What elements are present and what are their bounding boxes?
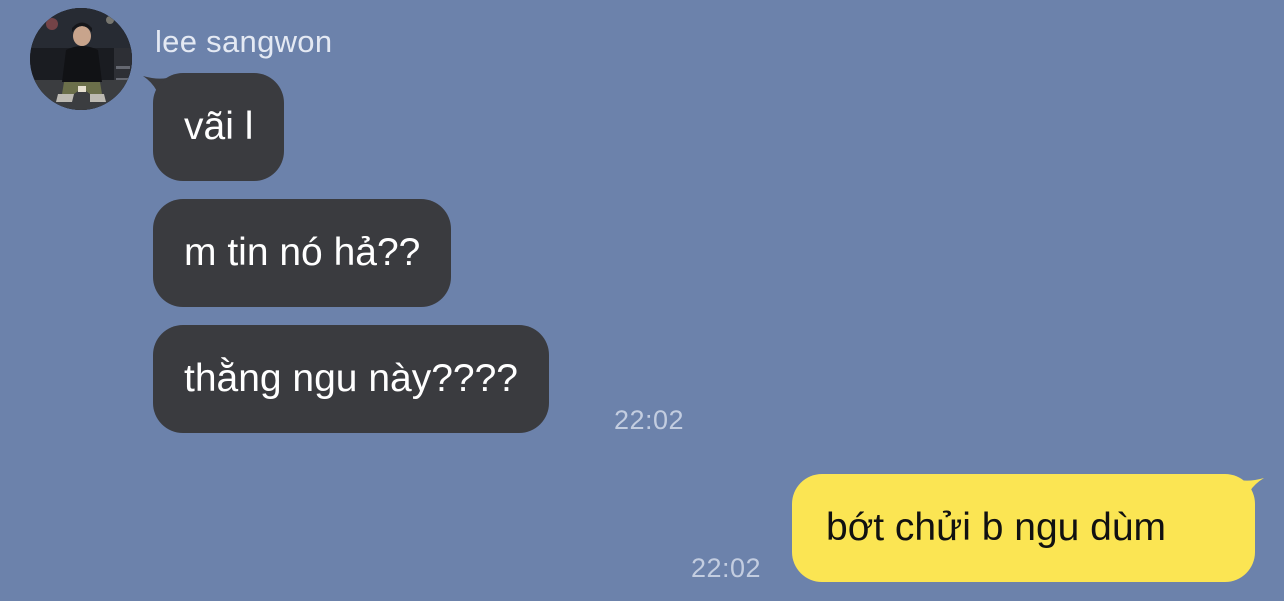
incoming-message-bubble[interactable]: vãi l xyxy=(153,73,285,181)
contact-avatar[interactable] xyxy=(30,8,132,110)
avatar-photo-icon xyxy=(30,8,132,110)
incoming-message-bubble[interactable]: m tin nó hả?? xyxy=(153,199,452,307)
chat-view: lee sangwon vãi l m tin nó hả?? thằng ng… xyxy=(0,0,1284,601)
outgoing-message-timestamp: 22:02 xyxy=(691,553,762,583)
incoming-message-bubble[interactable]: thằng ngu này???? xyxy=(153,325,549,433)
incoming-message-timestamp: 22:02 xyxy=(614,405,685,435)
sender-name: lee sangwon xyxy=(155,24,333,59)
outgoing-message-bubble[interactable]: bớt chửi b ngu dùm xyxy=(792,474,1255,582)
